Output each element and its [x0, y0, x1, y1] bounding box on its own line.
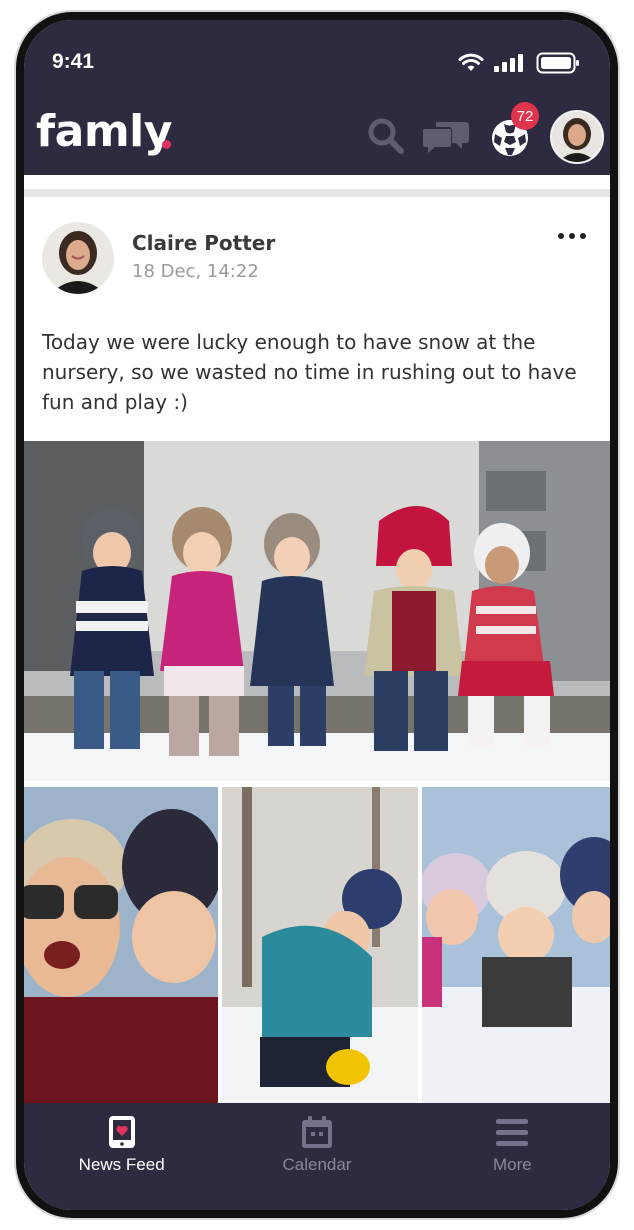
- search-icon[interactable]: [366, 116, 406, 156]
- post-date: 18 Dec, 14:22: [132, 261, 259, 282]
- post-photo-2[interactable]: [24, 787, 218, 1103]
- status-time: 9:41: [52, 50, 95, 73]
- status-icons: [458, 52, 580, 74]
- messages-icon[interactable]: [422, 120, 470, 156]
- app-screen: 9:41 famly 72 Claire Potter 18 Dec, 14:2…: [24, 20, 610, 1210]
- signal-icon: [494, 54, 523, 72]
- notification-badge: 72: [511, 102, 539, 130]
- tab-more[interactable]: More: [415, 1103, 610, 1210]
- profile-avatar[interactable]: [550, 110, 604, 164]
- tab-label-more: More: [492, 1155, 532, 1174]
- news-feed: Claire Potter 18 Dec, 14:22 Today we wer…: [24, 175, 610, 1103]
- toddler-snow-photo: [222, 787, 418, 1103]
- tab-news-feed[interactable]: News Feed: [24, 1103, 219, 1210]
- author-photo: [42, 222, 114, 294]
- logo-dot: [162, 140, 171, 149]
- post-card: Claire Potter 18 Dec, 14:22 Today we wer…: [24, 197, 610, 1103]
- post-text: Today we were lucky enough to have snow …: [42, 330, 577, 414]
- phone-frame: 9:41 famly 72 Claire Potter 18 Dec, 14:2…: [16, 12, 618, 1218]
- newsfeed-icon: [108, 1116, 135, 1148]
- post-photo-4[interactable]: [422, 787, 610, 1103]
- tab-label-news-feed: News Feed: [78, 1155, 165, 1174]
- famly-logo: famly: [36, 106, 172, 157]
- children-snow-photo: [24, 441, 610, 781]
- tab-calendar[interactable]: Calendar: [219, 1103, 414, 1210]
- app-header: 9:41 famly 72: [24, 20, 610, 175]
- tab-label-calendar: Calendar: [282, 1155, 352, 1174]
- menu-icon: [496, 1119, 529, 1146]
- post-photo-3[interactable]: [222, 787, 418, 1103]
- post-photo-main[interactable]: [24, 441, 610, 781]
- selfie-photo: [24, 787, 218, 1103]
- avatar-photo: [552, 112, 602, 162]
- post-author[interactable]: Claire Potter: [132, 231, 275, 255]
- previous-post-edge: [24, 175, 610, 189]
- battery-icon: [536, 52, 579, 74]
- author-avatar[interactable]: [42, 222, 114, 294]
- kids-lying-snow-photo: [422, 787, 610, 1103]
- calendar-icon: [301, 1116, 332, 1148]
- bottom-tab-bar: News Feed Calendar More: [24, 1103, 610, 1210]
- wifi-icon: [458, 53, 484, 71]
- more-options-icon[interactable]: [558, 233, 586, 239]
